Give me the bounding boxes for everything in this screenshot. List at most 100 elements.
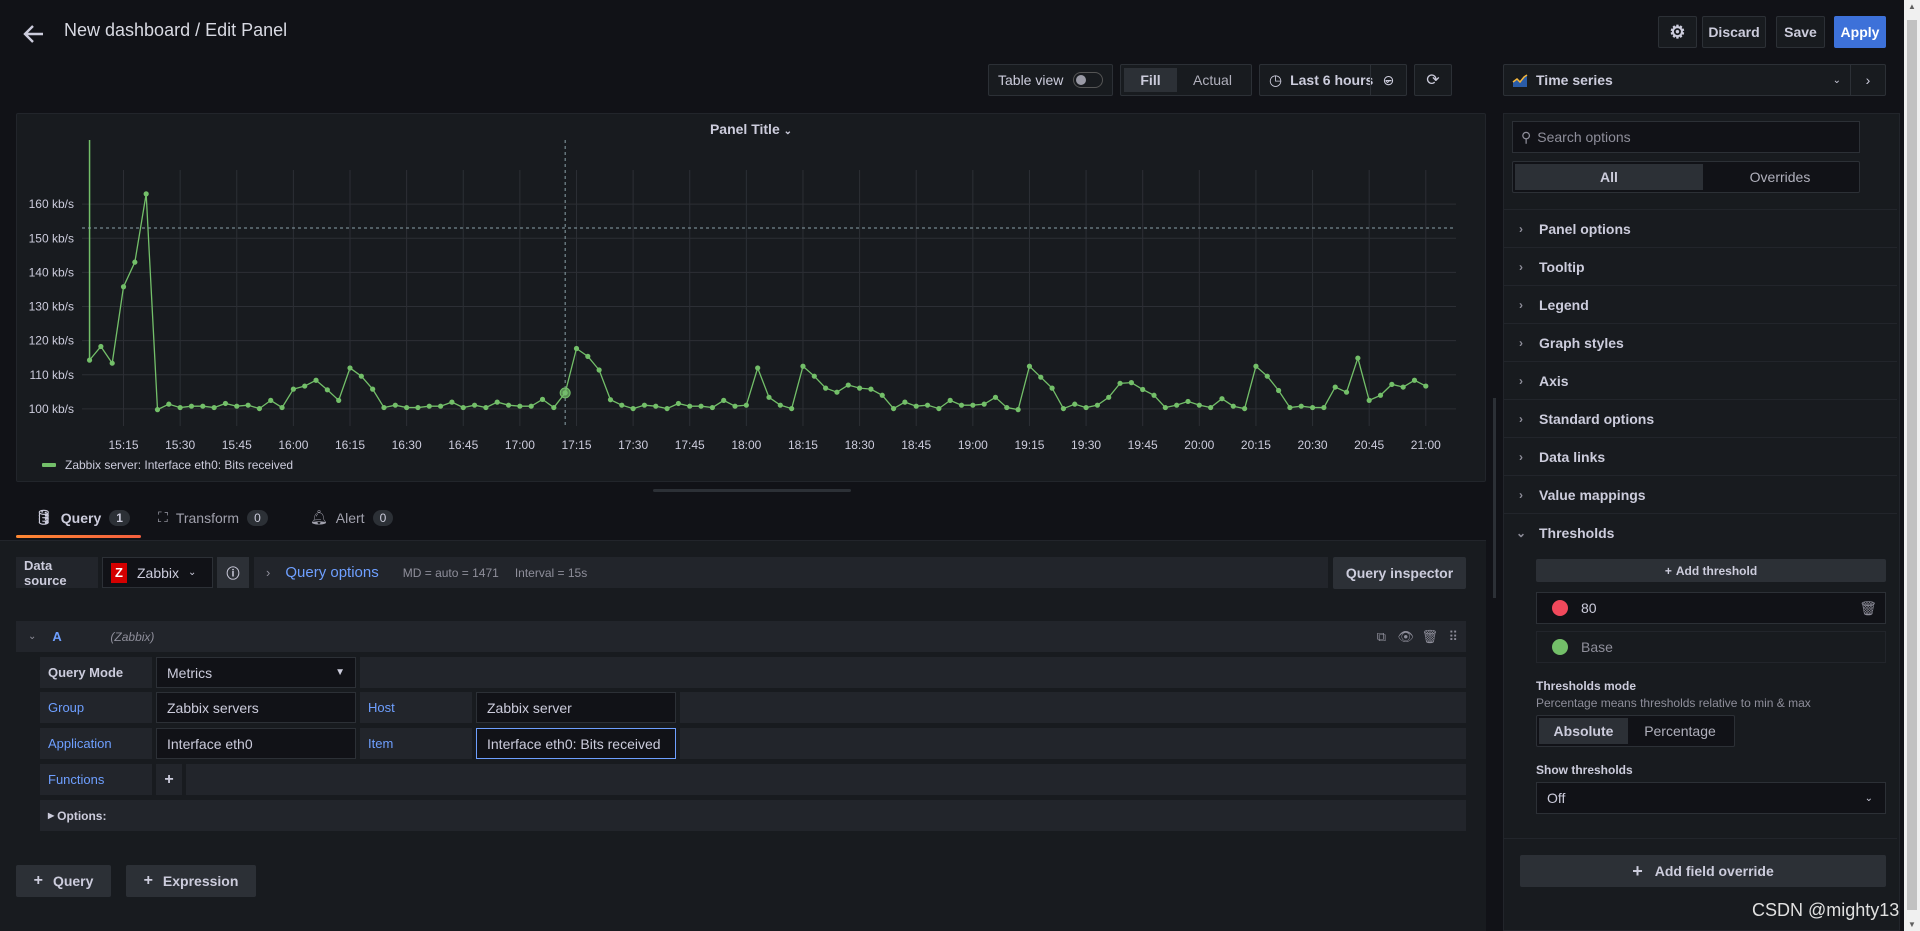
data-point <box>585 353 591 359</box>
table-view-toggle[interactable]: Table view <box>988 64 1113 96</box>
x-tick-label: 20:15 <box>1241 438 1271 452</box>
page-title: New dashboard / Edit Panel <box>64 20 288 40</box>
eye-icon[interactable]: 👁︎ <box>1397 629 1414 645</box>
search-options-input[interactable]: ⚲ Search options <box>1512 121 1860 153</box>
query-inspector-button[interactable]: Query inspector <box>1333 557 1466 589</box>
mode-percentage[interactable]: Percentage <box>1628 723 1732 739</box>
legend-label: Zabbix server: Interface eth0: Bits rece… <box>65 458 294 472</box>
visualization-picker[interactable]: Time series ⌄ › <box>1503 64 1886 96</box>
section-legend[interactable]: › Legend <box>1503 285 1897 323</box>
section-panel-options[interactable]: › Panel options <box>1503 209 1897 247</box>
trash-icon[interactable]: 🗑︎ <box>1421 629 1438 645</box>
data-point <box>1060 405 1067 412</box>
threshold-step-80[interactable]: 80 🗑︎ <box>1536 592 1886 624</box>
options-pane-splitter[interactable] <box>1493 398 1496 598</box>
threshold-color-swatch[interactable] <box>1552 639 1568 655</box>
item-input[interactable]: Interface eth0: Bits received <box>476 728 676 759</box>
section-tooltip[interactable]: › Tooltip <box>1503 247 1897 285</box>
row-filler <box>360 657 1466 688</box>
data-point <box>924 402 931 408</box>
application-input[interactable]: Interface eth0 <box>156 728 356 759</box>
data-point <box>856 385 863 391</box>
actual-option[interactable]: Actual <box>1177 68 1248 92</box>
tab-query[interactable]: 🛢 Query 1 <box>35 509 130 526</box>
data-point <box>573 345 580 352</box>
panel-resize-handle[interactable] <box>653 489 851 492</box>
page-scrollbar[interactable]: ▲ ▼ <box>1904 0 1920 931</box>
datasource-label: Data source <box>16 557 98 588</box>
add-field-override-button[interactable]: + Add field override <box>1520 855 1886 887</box>
data-point <box>687 403 693 409</box>
collapse-query-button[interactable]: ⌄ <box>28 631 36 642</box>
section-axis[interactable]: › Axis <box>1503 361 1897 399</box>
tab-alert[interactable]: 🔔︎ Alert 0 <box>310 509 394 526</box>
data-point <box>505 402 512 408</box>
data-point <box>732 403 738 409</box>
mode-absolute[interactable]: Absolute <box>1539 718 1628 744</box>
options-tabs: All Overrides <box>1512 161 1860 193</box>
add-expression-button[interactable]: + Expression <box>126 865 256 897</box>
data-point <box>1038 374 1044 380</box>
section-thresholds[interactable]: ⌄ Thresholds <box>1503 513 1897 551</box>
save-button[interactable]: Save <box>1776 16 1825 48</box>
scroll-up-icon[interactable]: ▲ <box>1908 2 1916 11</box>
transform-count: 0 <box>247 509 268 526</box>
x-tick-label: 20:45 <box>1354 438 1384 452</box>
group-input[interactable]: Zabbix servers <box>156 692 356 723</box>
settings-button[interactable]: ⚙ <box>1658 16 1697 48</box>
data-point <box>302 383 308 389</box>
data-point <box>709 404 715 411</box>
tab-overrides[interactable]: Overrides <box>1703 169 1857 185</box>
x-tick-label: 18:15 <box>788 438 818 452</box>
discard-button[interactable]: Discard <box>1702 16 1766 48</box>
data-point <box>664 405 670 412</box>
data-point <box>1275 387 1282 394</box>
query-mode-select[interactable]: Metrics ▼ <box>156 657 356 688</box>
collapse-options-button[interactable]: › <box>1850 65 1885 95</box>
section-standard-options[interactable]: › Standard options <box>1503 399 1897 437</box>
add-query-button[interactable]: + Query <box>16 865 111 897</box>
threshold-color-swatch[interactable] <box>1552 600 1568 616</box>
duplicate-query-icon[interactable]: ⧉ <box>1377 629 1386 645</box>
add-threshold-button[interactable]: + Add threshold <box>1536 559 1886 582</box>
zoom-out-button[interactable]: ⊖ <box>1370 65 1406 95</box>
host-input[interactable]: Zabbix server <box>476 692 676 723</box>
datasource-select[interactable]: Z Zabbix ⌄ <box>102 557 213 588</box>
row-filler <box>186 764 1466 795</box>
row-filler <box>680 692 1466 723</box>
query-ref-id[interactable]: A <box>52 629 102 644</box>
legend-item[interactable]: Zabbix server: Interface eth0: Bits rece… <box>42 458 293 472</box>
apply-button[interactable]: Apply <box>1834 16 1886 48</box>
drag-handle-icon[interactable]: ⠿ <box>1448 629 1458 645</box>
section-value-mappings[interactable]: › Value mappings <box>1503 475 1897 513</box>
time-picker[interactable]: ◷ Last 6 hours ⌄ ⊖ <box>1259 64 1407 96</box>
data-point <box>98 343 104 350</box>
show-thresholds-select[interactable]: Off ⌄ <box>1536 782 1886 814</box>
data-point <box>721 397 727 403</box>
back-button[interactable] <box>20 20 48 48</box>
data-point <box>143 191 149 197</box>
query-options-toggle[interactable]: › Query options MD = auto = 1471 Interva… <box>254 557 1328 588</box>
x-tick-label: 16:30 <box>392 438 422 452</box>
add-function-button[interactable]: + <box>156 764 182 795</box>
transform-icon: ⛶ <box>158 509 168 525</box>
time-series-chart[interactable]: 100 kb/s 110 kb/s 120 kb/s 130 kb/s 140 kb/s… <box>17 114 1487 483</box>
fill-option[interactable]: Fill <box>1124 68 1177 92</box>
tab-underline <box>16 535 141 538</box>
refresh-button[interactable]: ⟳ <box>1414 64 1452 96</box>
section-graph-styles[interactable]: › Graph styles <box>1503 323 1897 361</box>
data-point <box>823 385 829 391</box>
data-point <box>1287 404 1293 411</box>
trash-icon[interactable]: 🗑︎ <box>1859 600 1877 617</box>
scroll-down-icon[interactable]: ▼ <box>1908 920 1916 929</box>
datasource-help-button[interactable]: ⓘ <box>217 557 249 588</box>
tab-transform[interactable]: ⛶ Transform 0 <box>158 509 268 526</box>
options-toggle[interactable]: ▶ Options: <box>40 800 1466 831</box>
show-thresholds-label: Show thresholds <box>1536 763 1633 777</box>
data-point <box>743 402 749 408</box>
data-point <box>675 400 682 407</box>
tab-all[interactable]: All <box>1515 164 1703 190</box>
section-data-links[interactable]: › Data links <box>1503 437 1897 475</box>
toggle-switch[interactable] <box>1073 72 1104 88</box>
x-tick-label: 18:45 <box>901 438 931 452</box>
